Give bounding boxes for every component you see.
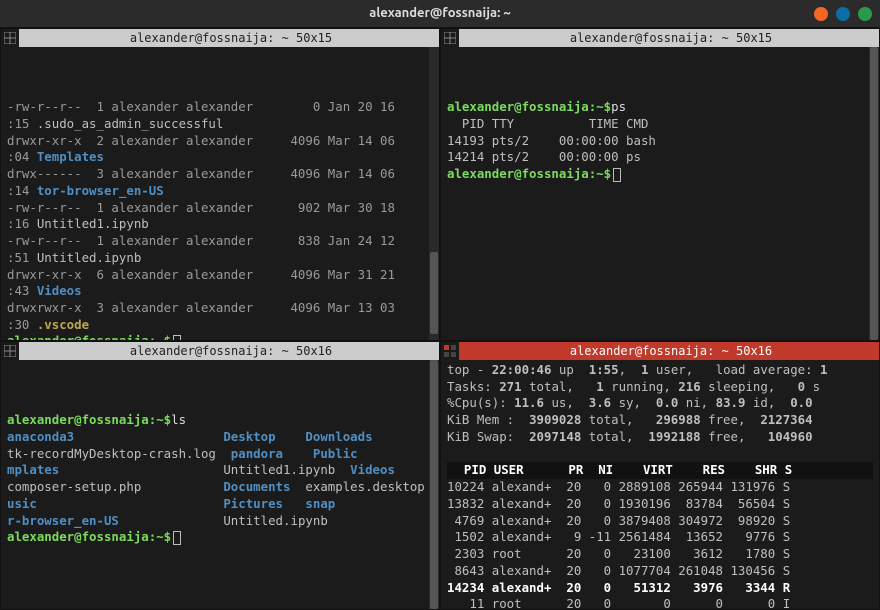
pane-title-label: alexander@fossnaija: ~ 50x16 <box>463 343 879 359</box>
split-icon[interactable] <box>441 342 459 360</box>
terminator-grid: alexander@fossnaija: ~ 50x15 -rw-r--r-- … <box>0 28 880 610</box>
pane-bottom-right[interactable]: alexander@fossnaija: ~ 50x16 top - 22:00… <box>440 341 880 610</box>
scroll-thumb[interactable] <box>430 360 438 609</box>
terminal-output[interactable]: alexander@fossnaija:~$ lsanaconda3 Deskt… <box>1 360 439 609</box>
terminal-output[interactable]: -rw-r--r-- 1 alexander alexander 0 Jan 2… <box>1 47 439 340</box>
pane-top-right[interactable]: alexander@fossnaija: ~ 50x15 alexander@f… <box>440 28 880 341</box>
minimize-button[interactable] <box>814 7 828 21</box>
maximize-button[interactable] <box>836 7 850 21</box>
pane-top-left[interactable]: alexander@fossnaija: ~ 50x15 -rw-r--r-- … <box>0 28 440 341</box>
close-button[interactable] <box>858 7 872 21</box>
terminal-output[interactable]: top - 22:00:46 up 1:55, 1 user, load ave… <box>441 360 879 609</box>
split-icon[interactable] <box>441 29 459 47</box>
window-title: alexander@fossnaija: ~ <box>369 5 510 23</box>
scrollbar[interactable] <box>429 47 439 340</box>
scroll-thumb[interactable] <box>870 47 878 340</box>
pane-title-label: alexander@fossnaija: ~ 50x16 <box>23 343 439 359</box>
pane-title-label: alexander@fossnaija: ~ 50x15 <box>23 30 439 46</box>
pane-title-active[interactable]: alexander@fossnaija: ~ 50x16 <box>441 342 879 360</box>
terminal-output[interactable]: alexander@fossnaija:~$ ps PID TTY TIME C… <box>441 47 879 340</box>
pane-title[interactable]: alexander@fossnaija: ~ 50x16 <box>1 342 439 360</box>
split-icon[interactable] <box>1 29 19 47</box>
pane-title[interactable]: alexander@fossnaija: ~ 50x15 <box>441 29 879 47</box>
scrollbar[interactable] <box>869 47 879 340</box>
split-icon[interactable] <box>1 342 19 360</box>
window-controls <box>814 7 872 21</box>
window-titlebar: alexander@fossnaija: ~ <box>0 0 880 28</box>
scroll-thumb[interactable] <box>430 252 438 334</box>
scrollbar[interactable] <box>429 360 439 609</box>
pane-title-label: alexander@fossnaija: ~ 50x15 <box>463 30 879 46</box>
pane-title[interactable]: alexander@fossnaija: ~ 50x15 <box>1 29 439 47</box>
pane-bottom-left[interactable]: alexander@fossnaija: ~ 50x16 alexander@f… <box>0 341 440 610</box>
